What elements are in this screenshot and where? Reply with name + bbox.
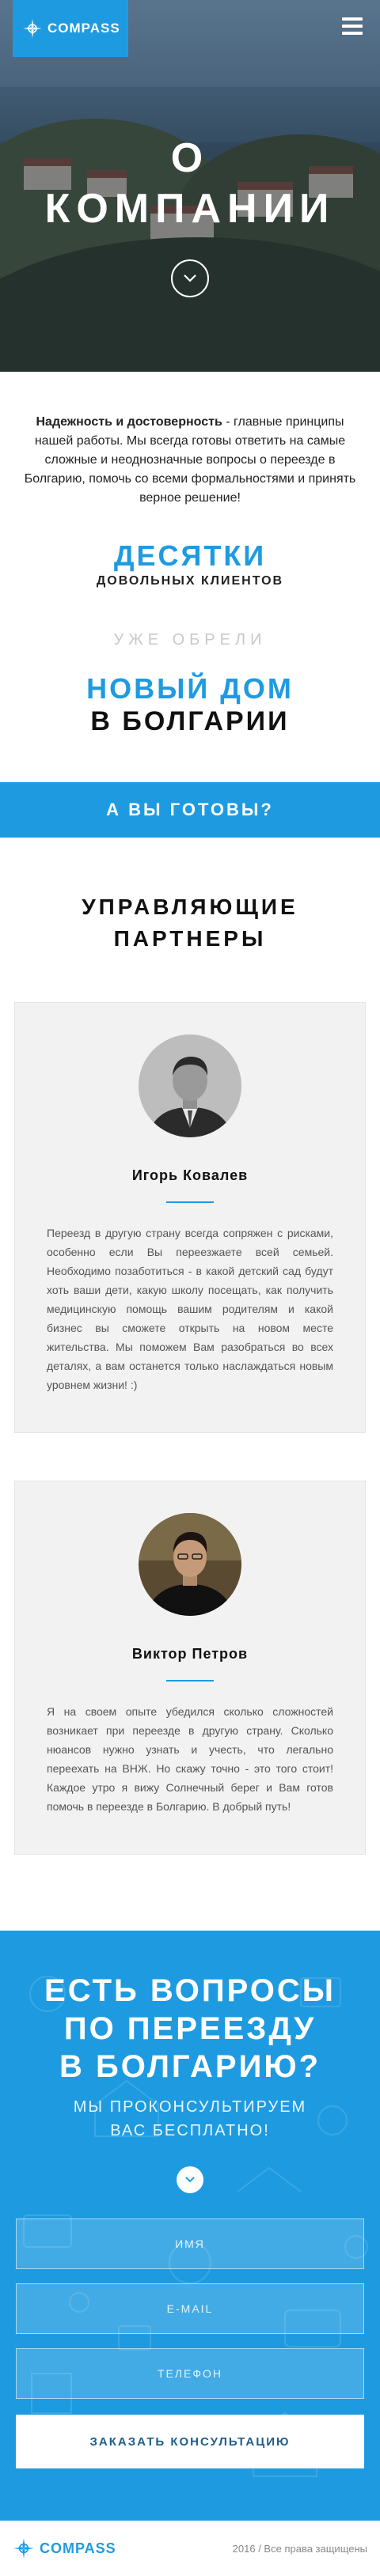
intro-text: Надежность и достоверность - главные при… [16, 413, 364, 508]
logo[interactable]: COMPASS [13, 0, 128, 57]
stats-section: ДЕСЯТКИ ДОВОЛЬНЫХ КЛИЕНТОВ УЖЕ ОБРЕЛИ НО… [0, 539, 380, 738]
avatar [139, 1035, 241, 1137]
partner-photo [139, 1513, 241, 1616]
partners-title: УПРАВЛЯЮЩИЕ ПАРТНЕРЫ [0, 891, 380, 955]
stat-caption: ДОВОЛЬНЫХ КЛИЕНТОВ [96, 574, 284, 588]
avatar [139, 1513, 241, 1616]
stat-highlight: НОВЫЙ ДОМ [86, 672, 294, 705]
compass-icon [13, 2538, 34, 2559]
hamburger-icon[interactable] [342, 17, 363, 35]
partner-card: Игорь Ковалев Переезд в другую страну вс… [14, 1002, 366, 1433]
scroll-down-button[interactable] [177, 2166, 203, 2193]
ready-banner: А ВЫ ГОТОВЫ? [0, 782, 380, 838]
logo-text: COMPASS [48, 21, 120, 36]
phone-field[interactable] [16, 2348, 364, 2399]
partners-title-line: УПРАВЛЯЮЩИЕ [82, 895, 298, 919]
email-field[interactable] [16, 2283, 364, 2334]
divider [166, 1201, 214, 1203]
intro-section: Надежность и достоверность - главные при… [0, 372, 380, 508]
stat-muted: УЖЕ ОБРЕЛИ [113, 631, 267, 649]
stat-caption-large: В БОЛГАРИИ [90, 706, 290, 736]
cta-title-line: ПО ПЕРЕЕЗДУ [63, 2011, 317, 2046]
divider [166, 1680, 214, 1681]
page-title-line: КОМПАНИИ [44, 186, 336, 232]
partner-text: Я на своем опыте убедился сколько сложно… [47, 1705, 333, 1813]
footer-logo[interactable]: COMPASS [13, 2537, 116, 2559]
stat-highlight: ДЕСЯТКИ [113, 539, 267, 572]
cta-subtitle-line: МЫ ПРОКОНСУЛЬТИРУЕМ [73, 2098, 307, 2116]
cta-title: ЕСТЬ ВОПРОСЫ ПО ПЕРЕЕЗДУ В БОЛГАРИЮ? [16, 1972, 364, 2086]
order-consultation-button[interactable]: ЗАКАЗАТЬ КОНСУЛЬТАЦИЮ [16, 2415, 364, 2468]
contact-section: ЕСТЬ ВОПРОСЫ ПО ПЕРЕЕЗДУ В БОЛГАРИЮ? МЫ … [0, 1931, 380, 2521]
name-field[interactable] [16, 2219, 364, 2269]
cta-title-line: В БОЛГАРИЮ? [59, 2049, 321, 2084]
scroll-down-button[interactable] [171, 259, 209, 297]
hero-section: COMPASS О КОМПАНИИ [0, 0, 380, 372]
cta-title-line: ЕСТЬ ВОПРОСЫ [44, 1973, 336, 2008]
intro-lead: Надежность и достоверность [36, 415, 222, 429]
cta-subtitle: МЫ ПРОКОНСУЛЬТИРУЕМ ВАС БЕСПЛАТНО! [16, 2095, 364, 2143]
page-title-line: О [170, 135, 210, 181]
partner-name: Виктор Петров [131, 1646, 249, 1662]
cta-subtitle-line: ВАС БЕСПЛАТНО! [110, 2122, 270, 2139]
partner-photo [139, 1035, 241, 1137]
partner-text: Переезд в другую страну всегда сопряжен … [47, 1227, 333, 1391]
chevron-down-icon [184, 274, 196, 282]
copyright-text: 2016 / Все права защищены [232, 2542, 367, 2555]
partners-title-line: ПАРТНЕРЫ [113, 926, 267, 951]
compass-icon [23, 19, 42, 38]
chevron-down-icon [185, 2177, 195, 2183]
partner-name: Игорь Ковалев [131, 1167, 249, 1183]
page-title: О КОМПАНИИ [0, 133, 380, 234]
footer-logo-text: COMPASS [40, 2540, 116, 2556]
partners-section: УПРАВЛЯЮЩИЕ ПАРТНЕРЫ Игорь Ковалев Перее… [0, 891, 380, 1855]
footer: COMPASS 2016 / Все права защищены [0, 2521, 380, 2576]
partner-card: Виктор Петров Я на своем опыте убедился … [14, 1481, 366, 1855]
